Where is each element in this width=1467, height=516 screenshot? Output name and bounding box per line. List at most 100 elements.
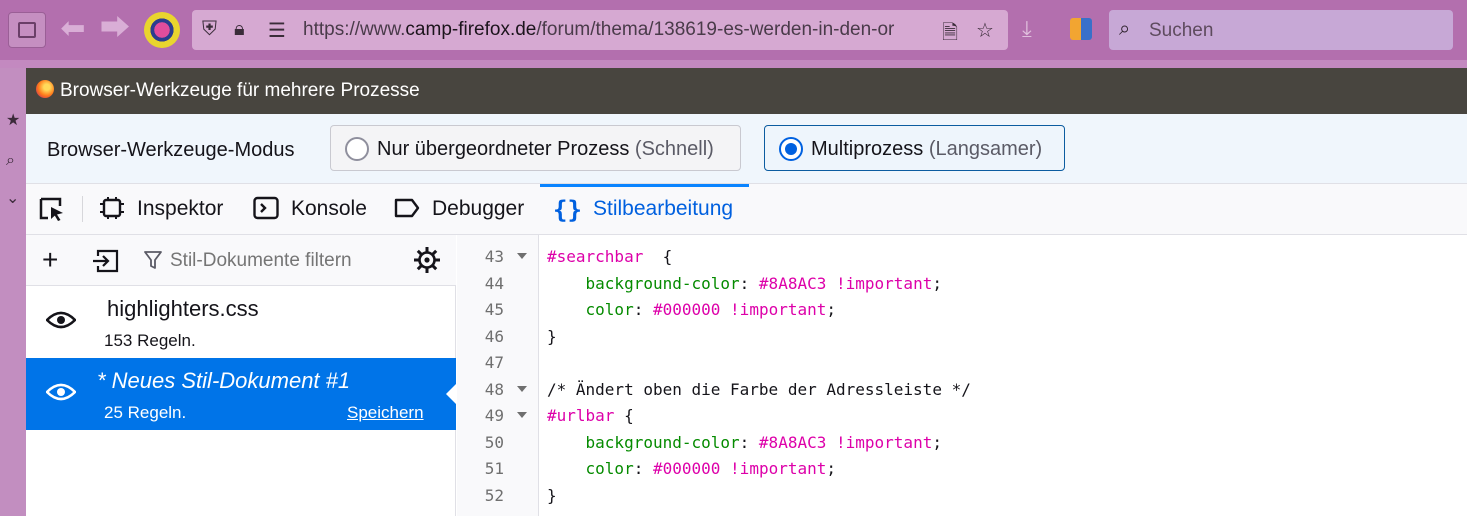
code-line[interactable]: 52}: [457, 482, 1467, 509]
mode-option-hint: (Langsamer): [928, 138, 1043, 160]
code-line[interactable]: 43 #searchbar {: [457, 243, 1467, 270]
url-text[interactable]: https://www.camp-firefox.de/forum/thema/…: [303, 19, 923, 41]
line-number: 49: [484, 406, 504, 425]
code-editor[interactable]: 43 #searchbar {44 background-color: #8A8A…: [457, 235, 1467, 516]
radio-parent-process[interactable]: [345, 137, 369, 161]
eye-icon[interactable]: [46, 310, 76, 330]
css-important: !important: [730, 300, 827, 319]
chevron-down-icon[interactable]: ⌄: [6, 188, 19, 208]
filter-style-sheets-input[interactable]: [170, 250, 410, 272]
code-text: #urlbar {: [547, 406, 634, 425]
sidebar-toggle-button[interactable]: [8, 12, 46, 48]
lock-icon[interactable]: 🔒︎: [234, 18, 245, 41]
window-title: Browser-Werkzeuge für mehrere Prozesse: [60, 80, 420, 101]
code-punctuation: }: [547, 326, 557, 346]
mode-option-label: Multiprozess: [811, 138, 924, 160]
mode-option-parent-process[interactable]: Nur übergeordneter Prozess (Schnell): [330, 125, 741, 171]
sidebar-icon: [18, 22, 36, 38]
search-bar[interactable]: ⌕ Suchen: [1109, 10, 1453, 50]
code-punctuation: ;: [826, 300, 837, 319]
back-button[interactable]: ⬅: [56, 14, 90, 44]
css-important: !important: [836, 432, 933, 452]
eye-icon[interactable]: [46, 382, 76, 402]
css-value: #000000: [652, 300, 721, 319]
code-line[interactable]: 44 background-color: #8A8AC3 !important;: [457, 270, 1467, 297]
line-number: 47: [484, 353, 504, 372]
code-line[interactable]: 45 color: #000000 !important;: [457, 296, 1467, 323]
css-property: color: [585, 300, 634, 319]
css-value: #8A8AC3: [758, 273, 827, 293]
fold-arrow-icon[interactable]: [517, 253, 527, 259]
css-important: !important: [836, 273, 933, 293]
tab-inspector[interactable]: Inspektor: [96, 184, 228, 235]
bookmark-star-icon[interactable]: ☆: [976, 18, 994, 43]
permissions-icon[interactable]: ☰: [268, 18, 286, 43]
code-line[interactable]: 47: [457, 349, 1467, 376]
debugger-icon: [394, 198, 420, 218]
code-line[interactable]: 48 /* Ändert oben die Farbe der Adresslei…: [457, 376, 1467, 403]
gear-icon[interactable]: [412, 245, 442, 275]
style-sheet-rule-count: 25 Regeln.: [104, 403, 187, 422]
tab-style-editor[interactable]: {} Stilbearbeitung: [540, 184, 749, 235]
code-punctuation: :: [633, 300, 653, 319]
code-punctuation: ;: [826, 459, 837, 478]
tab-label: Inspektor: [137, 197, 224, 220]
devtools-tab-bar: Inspektor Konsole Debugger {} Stilbearbe…: [26, 184, 1467, 235]
window-title-bar: Browser-Werkzeuge für mehrere Prozesse: [26, 68, 1467, 114]
url-bar[interactable]: ⛨ 🔒︎ ☰ https://www.camp-firefox.de/forum…: [192, 10, 1008, 50]
code-line[interactable]: 51 color: #000000 !important;: [457, 455, 1467, 482]
style-sheet-name: highlighters.css: [107, 296, 259, 321]
search-placeholder: Suchen: [1149, 20, 1214, 41]
search-icon[interactable]: ⌕: [6, 152, 15, 170]
firefox-left-sidebar: ★ ⌕ ⌄: [0, 68, 26, 516]
save-link[interactable]: Speichern: [347, 403, 424, 423]
mode-option-multiprocess[interactable]: Multiprozess (Langsamer): [764, 125, 1065, 171]
css-important: !important: [730, 459, 827, 478]
code-line[interactable]: 49 #urlbar {: [457, 402, 1467, 429]
line-number: 48: [484, 379, 504, 399]
line-number: 46: [484, 326, 504, 346]
code-punctuation: :: [739, 273, 759, 293]
style-sheet-item-selected[interactable]: * Neues Stil-Dokument #1 25 Regeln. Spei…: [26, 358, 456, 430]
tab-console[interactable]: Konsole: [250, 184, 368, 235]
import-icon[interactable]: [92, 248, 120, 274]
fold-arrow-icon[interactable]: [517, 412, 527, 418]
code-text: color: #000000 !important;: [547, 300, 836, 319]
selection-arrow: [446, 384, 456, 404]
line-number: 43: [484, 247, 504, 266]
toolbox-mode-bar: Browser-Werkzeuge-Modus Nur übergeordnet…: [26, 114, 1467, 184]
tab-debugger[interactable]: Debugger: [392, 184, 528, 235]
line-number: 50: [484, 432, 504, 452]
code-text: color: #000000 !important;: [547, 459, 836, 478]
style-sheet-item[interactable]: highlighters.css 153 Regeln.: [26, 286, 456, 358]
radio-multiprocess[interactable]: [779, 137, 803, 161]
extension-icon[interactable]: [144, 12, 180, 48]
download-icon[interactable]: ⤓: [1022, 16, 1032, 42]
css-property: background-color: [585, 273, 740, 293]
code-text: }: [547, 486, 557, 505]
code-text: background-color: #8A8AC3 !important;: [547, 274, 942, 293]
shield-icon[interactable]: ⛨: [202, 18, 217, 41]
bookmarks-toolbar: [0, 60, 1467, 68]
code-punctuation: ;: [932, 273, 942, 293]
code-line[interactable]: 46}: [457, 323, 1467, 350]
reader-view-icon[interactable]: 🗎︎: [942, 18, 958, 52]
css-value: #000000: [652, 459, 721, 478]
fold-arrow-icon[interactable]: [517, 385, 527, 392]
code-line[interactable]: 50 background-color: #8A8AC3 !important;: [457, 429, 1467, 456]
new-style-sheet-button[interactable]: +: [42, 245, 58, 275]
code-text: background-color: #8A8AC3 !important;: [547, 433, 942, 452]
forward-button[interactable]: ⮕: [98, 14, 132, 44]
css-property: color: [585, 459, 634, 478]
element-picker-icon[interactable]: [38, 196, 66, 222]
extension-2-icon[interactable]: [1070, 18, 1092, 40]
firefox-logo-icon: [36, 80, 54, 98]
star-icon[interactable]: ★: [6, 110, 20, 130]
